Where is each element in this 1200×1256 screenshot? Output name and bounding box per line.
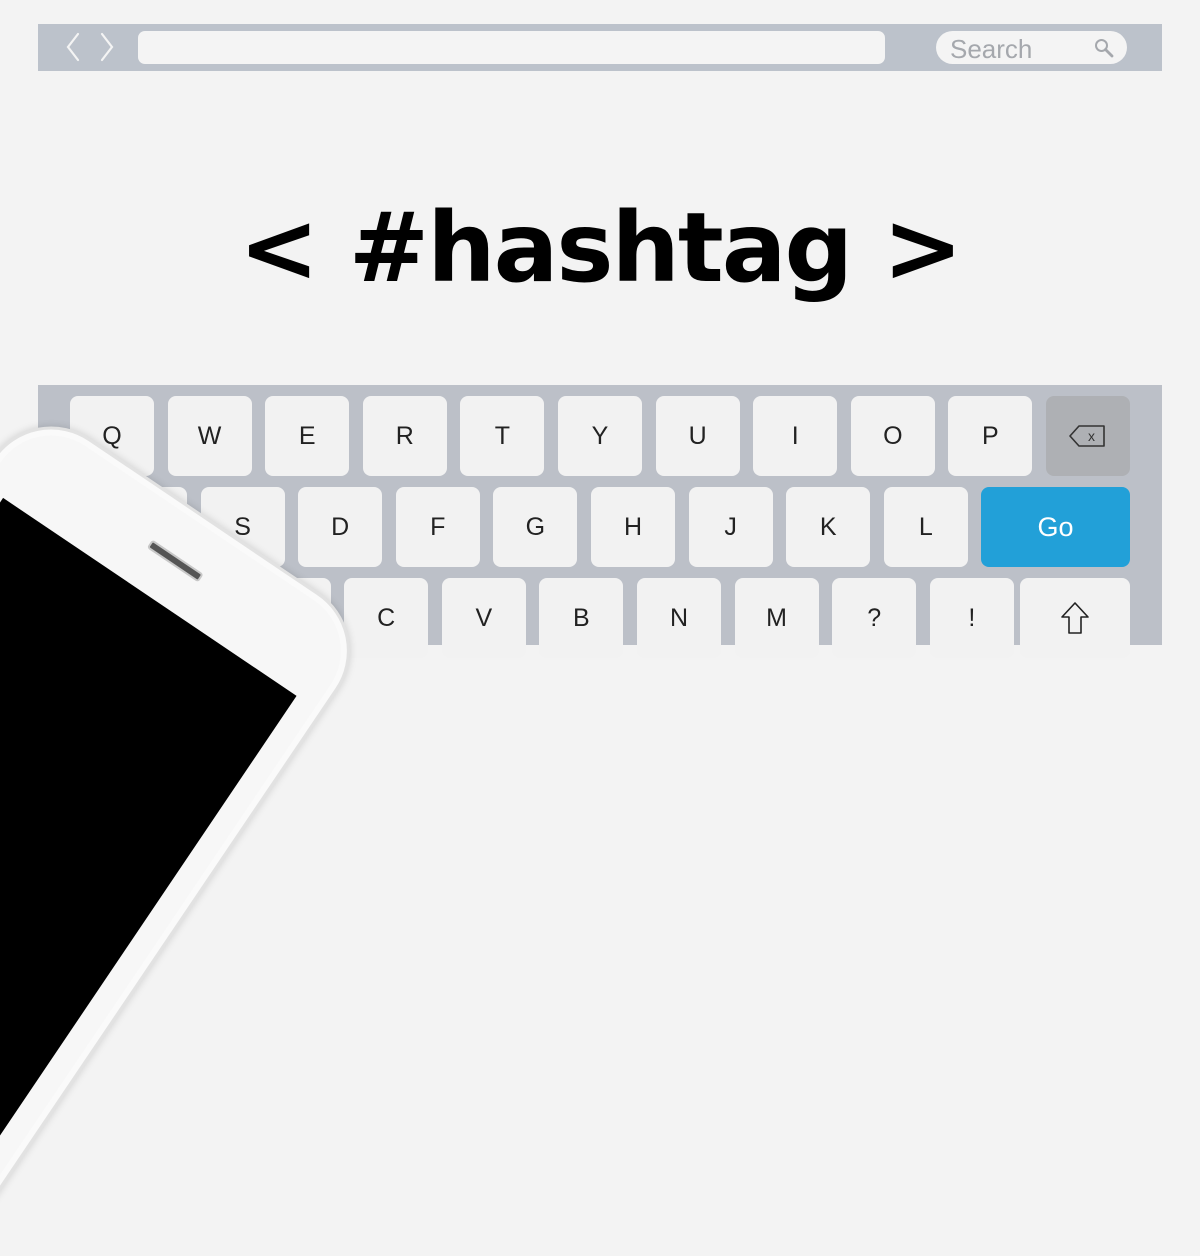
key-n[interactable]: N: [637, 578, 721, 658]
key-label: F: [430, 512, 446, 541]
key-label: N: [669, 603, 689, 632]
key-h[interactable]: H: [591, 487, 675, 567]
key-label: G: [525, 512, 546, 541]
phone-screen: [0, 497, 297, 1161]
shift-arrow-icon: [1061, 602, 1089, 634]
hashtag-headline: < #hashtag >: [238, 192, 963, 304]
forward-button[interactable]: [98, 32, 116, 62]
key-label: C: [377, 603, 396, 632]
backspace-icon: x: [1069, 425, 1105, 447]
key-question[interactable]: ?: [832, 578, 917, 658]
key-c[interactable]: C: [344, 578, 429, 658]
key-label: Y: [591, 421, 609, 450]
backspace-key[interactable]: x: [1046, 396, 1130, 476]
key-label: B: [573, 603, 590, 632]
key-label: Q: [102, 421, 122, 450]
key-e[interactable]: E: [265, 396, 350, 476]
shift-key[interactable]: [1020, 578, 1130, 658]
key-b[interactable]: B: [539, 578, 624, 658]
key-l[interactable]: L: [883, 487, 968, 567]
key-label: E: [298, 421, 316, 450]
browser-toolbar: Search: [38, 24, 1162, 71]
key-i[interactable]: I: [753, 396, 838, 476]
key-f[interactable]: F: [395, 487, 480, 567]
go-label: Go: [1037, 511, 1074, 542]
key-label: I: [791, 421, 799, 450]
key-label: V: [475, 603, 493, 632]
key-v[interactable]: V: [441, 578, 526, 658]
key-m[interactable]: M: [734, 578, 819, 658]
key-w[interactable]: W: [167, 396, 252, 476]
key-r[interactable]: R: [362, 396, 447, 476]
url-input[interactable]: [138, 31, 885, 64]
key-label: !: [968, 603, 976, 632]
back-button[interactable]: [64, 32, 82, 62]
chevron-left-icon: [66, 32, 80, 62]
key-label: L: [918, 512, 933, 541]
key-label: J: [724, 512, 737, 541]
key-label: K: [819, 512, 837, 541]
key-label: U: [688, 421, 707, 450]
key-g[interactable]: G: [493, 487, 578, 567]
key-p[interactable]: P: [948, 396, 1033, 476]
key-label: O: [883, 421, 903, 450]
chevron-right-icon: [100, 32, 114, 62]
key-label: P: [982, 421, 999, 450]
key-j[interactable]: J: [688, 487, 773, 567]
search-input[interactable]: Search: [936, 31, 1127, 64]
key-y[interactable]: Y: [558, 396, 642, 476]
key-d[interactable]: D: [298, 487, 383, 567]
go-key[interactable]: Go: [981, 487, 1130, 567]
search-placeholder: Search: [950, 34, 1033, 64]
key-o[interactable]: O: [850, 396, 935, 476]
key-label: H: [623, 512, 643, 541]
key-t[interactable]: T: [460, 396, 545, 476]
svg-text:x: x: [1088, 428, 1095, 444]
key-label: ?: [867, 603, 882, 632]
key-label: R: [395, 421, 414, 450]
key-k[interactable]: K: [786, 487, 871, 567]
key-label: D: [331, 512, 350, 541]
key-exclamation[interactable]: !: [929, 578, 1014, 658]
key-label: T: [494, 421, 511, 450]
key-label: M: [766, 603, 787, 632]
key-u[interactable]: U: [655, 396, 740, 476]
key-label: W: [197, 421, 222, 450]
magnifier-icon[interactable]: [1094, 38, 1114, 58]
phone-speaker: [146, 539, 204, 583]
